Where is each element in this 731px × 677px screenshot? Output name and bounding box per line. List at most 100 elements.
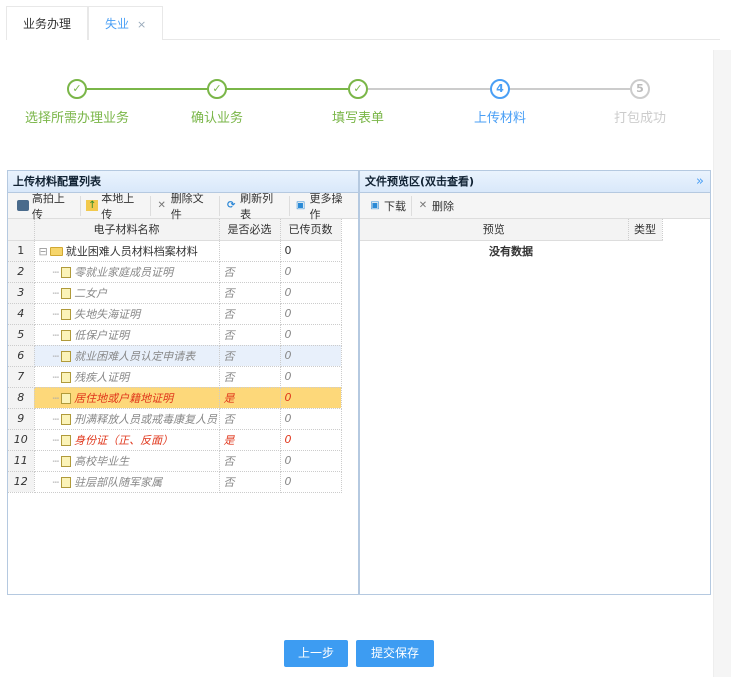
col-pages[interactable]: 已传页数 (280, 219, 342, 241)
required-cell: 是 (219, 387, 281, 409)
table-row[interactable]: 5 ┄ 低保户证明 否 0 (8, 324, 342, 346)
check-icon: ✓ (67, 79, 87, 99)
row-number: 5 (8, 324, 35, 346)
material-name-cell: ┄ 失地失海证明 (34, 303, 220, 325)
step-label: 打包成功 (613, 111, 666, 126)
row-number: 9 (8, 408, 35, 430)
table-row[interactable]: 3 ┄ 二女户 否 0 (8, 282, 342, 304)
document-icon (61, 267, 72, 278)
more-actions-button[interactable]: ▣ 更多操作 (290, 192, 358, 221)
button-label: 高拍上传 (31, 191, 65, 221)
table-row[interactable]: 6 ┄ 就业困难人员认定申请表 否 0 (8, 345, 342, 367)
row-number: 3 (8, 282, 35, 304)
button-label: 刷新列表 (240, 191, 274, 221)
col-name[interactable]: 电子材料名称 (34, 219, 220, 241)
download-icon: ▣ (370, 200, 380, 211)
table-row[interactable]: 2 ┄ 零就业家庭成员证明 否 0 (8, 261, 342, 283)
camera-upload-button[interactable]: 高拍上传 (12, 192, 82, 221)
refresh-icon: ⟳ (226, 200, 236, 211)
material-name: 驻层部队随军家属 (74, 475, 163, 489)
close-icon[interactable]: × (137, 18, 146, 31)
document-icon (61, 309, 72, 320)
file-preview-panel: 文件预览区(双击查看) » ▣ 下载 ✕ 删除 预览 类型 没有数据 (359, 170, 711, 595)
upload-icon: ↑ (86, 200, 99, 211)
material-name: 身份证（正、反面） (74, 433, 174, 447)
materials-table: 电子材料名称 是否必选 已传页数 1 ⊟ 就业困难人员材料档案材料 0 2 ┄ 零就业… (8, 219, 342, 493)
tree-line: ┄ (52, 454, 60, 468)
row-number: 8 (8, 387, 35, 409)
table-row[interactable]: 12 ┄ 驻层部队随军家属 否 0 (8, 471, 342, 493)
material-name: 就业困难人员认定申请表 (74, 349, 196, 363)
tab-unemployment[interactable]: 失业 × (88, 6, 164, 40)
document-icon (61, 288, 72, 299)
pages-cell: 0 (280, 408, 342, 430)
row-number: 11 (8, 450, 35, 472)
material-name: 高校毕业生 (74, 454, 130, 468)
download-button[interactable]: ▣ 下载 (364, 195, 412, 216)
collapse-tree-icon[interactable]: ⊟ (39, 245, 48, 258)
delete-file-button[interactable]: ✕ 删除文件 (151, 192, 221, 221)
toolbar: ▣ 下载 ✕ 删除 (360, 193, 710, 219)
step-label: 选择所需办理业务 (24, 111, 129, 126)
tree-line: ┄ (52, 286, 60, 300)
table-row[interactable]: 1 ⊟ 就业困难人员材料档案材料 0 (8, 240, 342, 262)
tab-label: 失业 (105, 17, 130, 31)
required-cell: 否 (219, 366, 281, 388)
tab-business[interactable]: 业务办理 (6, 6, 89, 40)
document-icon (61, 393, 72, 404)
close-icon: ✕ (418, 200, 428, 211)
table-row[interactable]: 7 ┄ 残疾人证明 否 0 (8, 366, 342, 388)
collapse-icon[interactable]: » (696, 171, 704, 193)
pages-cell: 0 (280, 429, 342, 451)
step-label: 填写表单 (331, 111, 384, 126)
row-num-header (8, 219, 35, 241)
row-number: 10 (8, 429, 35, 451)
scrollbar[interactable] (713, 50, 731, 677)
step-label: 上传材料 (473, 111, 526, 126)
tab-bar: 业务办理 失业 × (6, 6, 720, 40)
refresh-list-button[interactable]: ⟳ 刷新列表 (220, 192, 290, 221)
row-number: 4 (8, 303, 35, 325)
check-icon: ✓ (348, 79, 368, 99)
material-name-cell: ┄ 身份证（正、反面） (34, 429, 220, 451)
row-number: 2 (8, 261, 35, 283)
material-name: 就业困难人员材料档案材料 (65, 244, 198, 258)
row-number: 12 (8, 471, 35, 493)
button-label: 更多操作 (309, 191, 343, 221)
material-name-cell: ┄ 刑满释放人员或戒毒康复人员 (34, 408, 220, 430)
tree-line: ┄ (52, 433, 60, 447)
material-name-cell: ┄ 二女户 (34, 282, 220, 304)
required-cell: 否 (219, 408, 281, 430)
document-icon (61, 351, 72, 362)
tree-line: ┄ (52, 307, 60, 321)
tree-line: ┄ (52, 349, 60, 363)
table-row[interactable]: 11 ┄ 高校毕业生 否 0 (8, 450, 342, 472)
col-preview[interactable]: 预览 (360, 219, 629, 241)
panel-title-text: 文件预览区(双击查看) (365, 175, 475, 188)
step-5: 5 打包成功 (560, 79, 720, 126)
required-cell: 否 (219, 471, 281, 493)
table-row[interactable]: 8 ┄ 居住地或户籍地证明 是 0 (8, 387, 342, 409)
pages-cell: 0 (280, 324, 342, 346)
col-type[interactable]: 类型 (628, 219, 663, 241)
step-1: ✓ 选择所需办理业务 (0, 79, 157, 126)
material-name: 残疾人证明 (74, 370, 130, 384)
pages-cell: 0 (280, 387, 342, 409)
table-row[interactable]: 9 ┄ 刑满释放人员或戒毒康复人员 否 0 (8, 408, 342, 430)
local-upload-button[interactable]: ↑ 本地上传 (81, 192, 151, 221)
camera-icon (17, 200, 29, 211)
empty-message: 没有数据 (489, 244, 533, 258)
prev-step-button[interactable]: 上一步 (284, 640, 348, 667)
table-row[interactable]: 4 ┄ 失地失海证明 否 0 (8, 303, 342, 325)
button-label: 本地上传 (101, 191, 135, 221)
submit-save-button[interactable]: 提交保存 (356, 640, 434, 667)
pages-cell: 0 (280, 240, 342, 262)
material-name: 失地失海证明 (74, 307, 141, 321)
col-required[interactable]: 是否必选 (219, 219, 281, 241)
row-number: 1 (8, 240, 35, 262)
check-icon: ✓ (207, 79, 227, 99)
table-row[interactable]: 10 ┄ 身份证（正、反面） 是 0 (8, 429, 342, 451)
pages-cell: 0 (280, 471, 342, 493)
delete-button[interactable]: ✕ 删除 (412, 196, 459, 216)
button-label: 删除文件 (170, 191, 204, 221)
